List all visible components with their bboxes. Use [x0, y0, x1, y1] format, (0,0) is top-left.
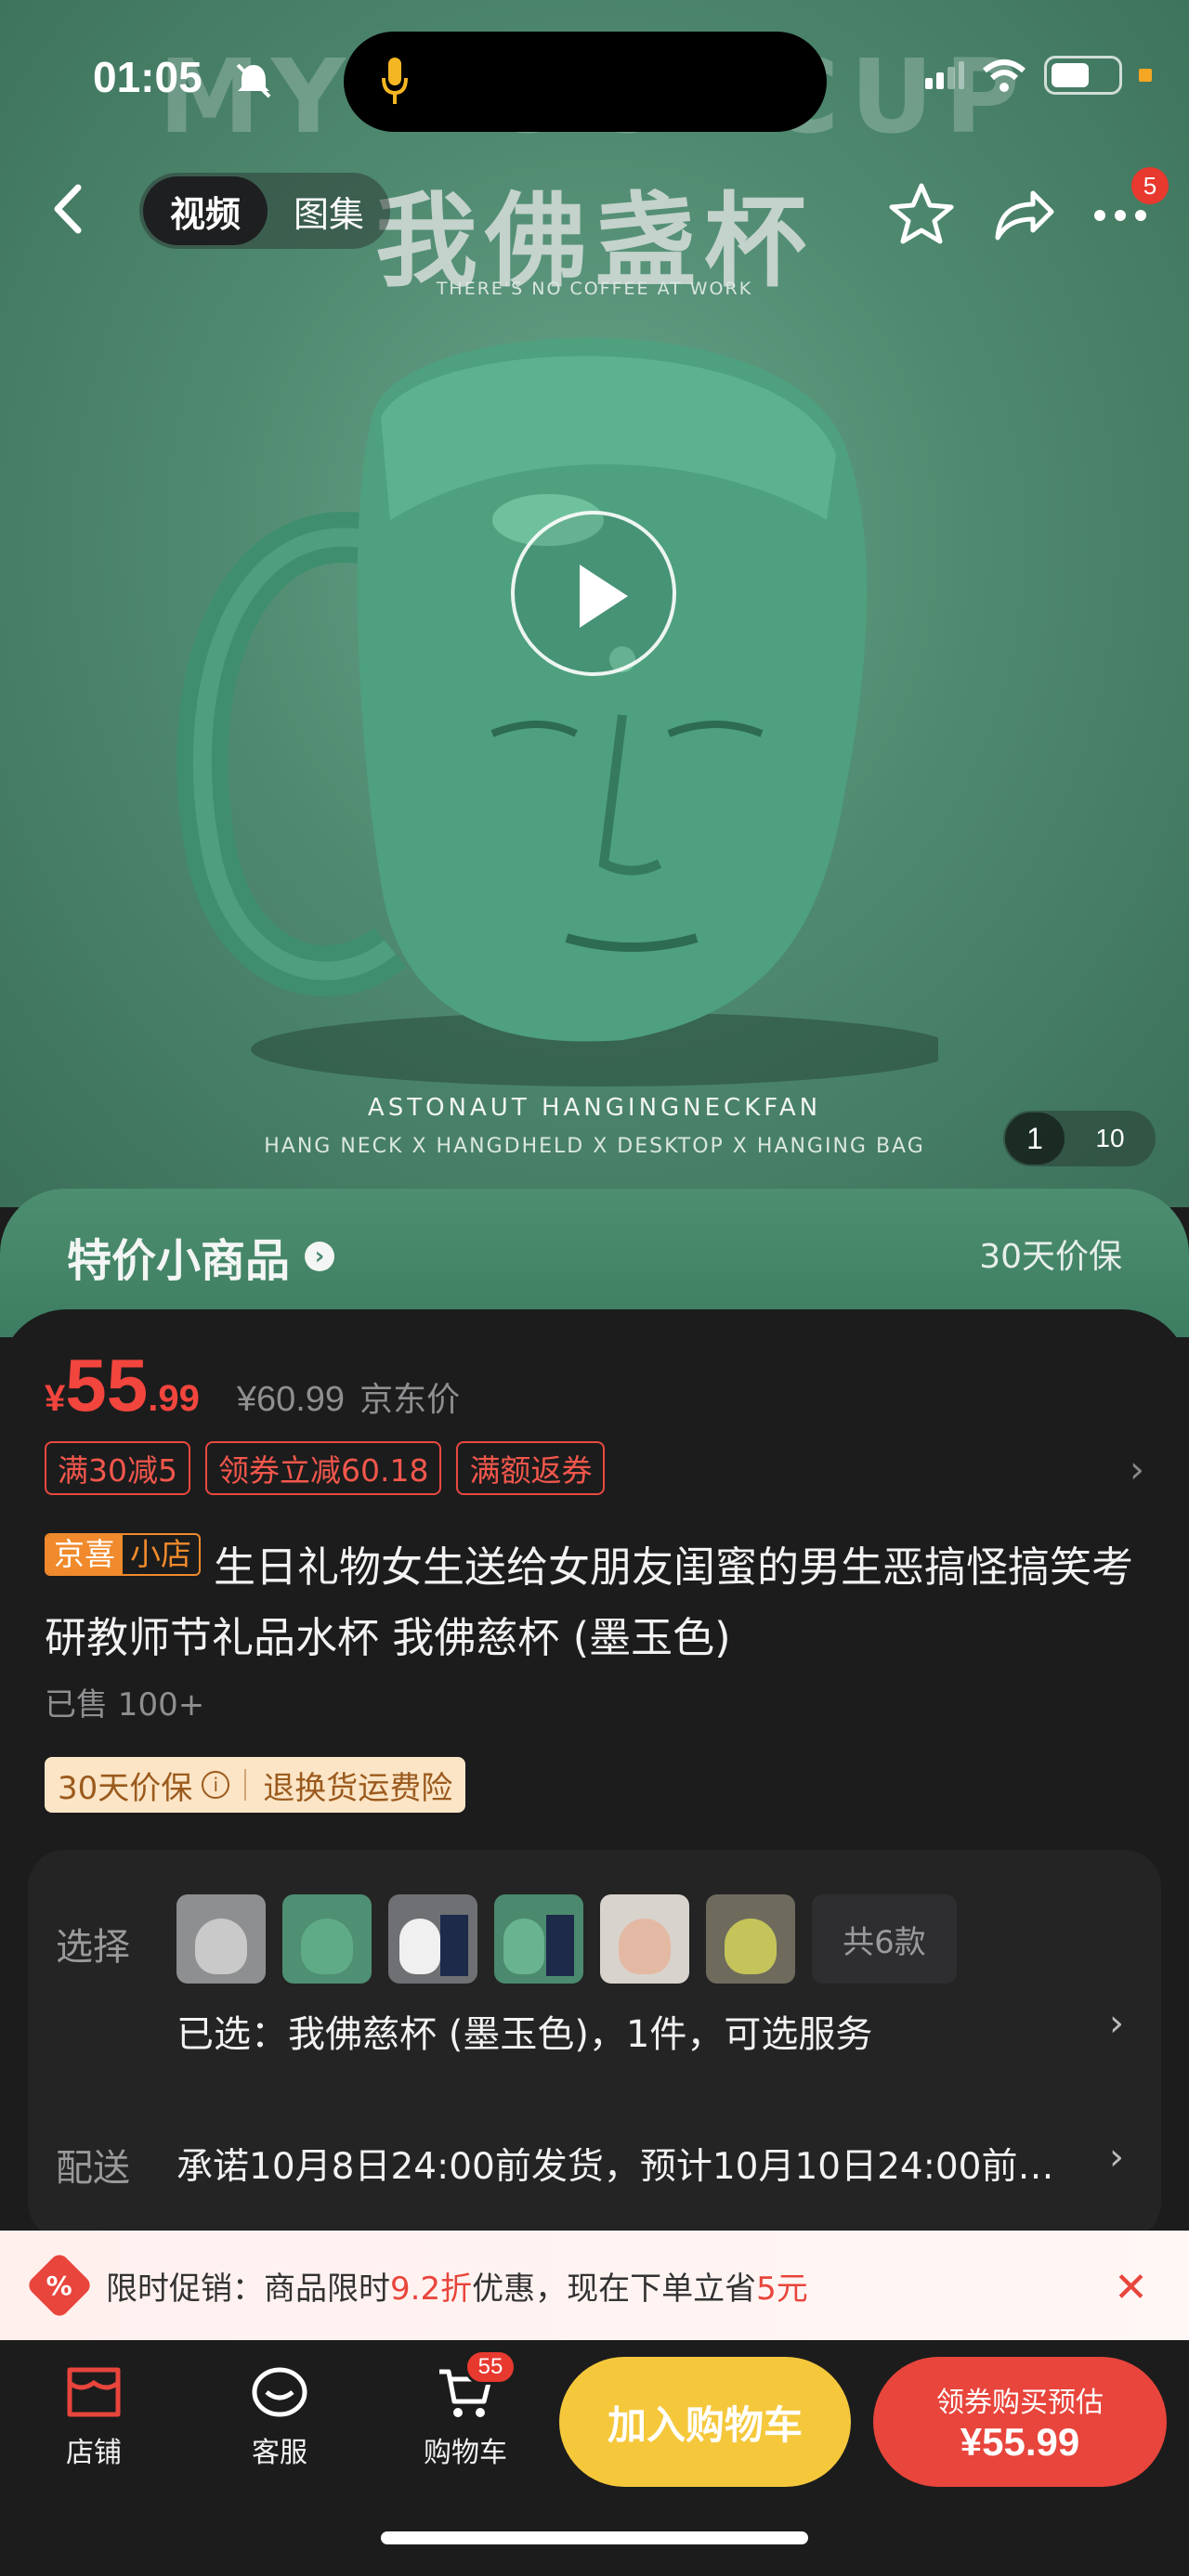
price-decimal: .99 — [148, 1378, 200, 1419]
buy-now-button[interactable]: 领券购买预估 ¥55.99 — [873, 2357, 1167, 2487]
dynamic-island — [344, 32, 827, 132]
shipping-text[interactable]: 承诺10月8日24:00前发货，预计10月10日24:00前送达 — [176, 2138, 1087, 2190]
tab-gallery[interactable]: 图集 — [273, 176, 385, 245]
status-time: 01:05 — [93, 53, 203, 101]
add-to-cart-button[interactable]: 加入购物车 — [559, 2357, 851, 2487]
original-price: ¥60.99 — [236, 1380, 346, 1419]
chevron-right-icon: › — [305, 1242, 335, 1271]
chevron-right-icon[interactable]: › — [1109, 2136, 1124, 2179]
select-label: 选择 — [56, 1926, 130, 1969]
play-video-button[interactable] — [511, 511, 676, 676]
more-variants-button[interactable]: 共6款 — [812, 1894, 957, 1984]
microphone-icon — [382, 58, 408, 104]
promo-title-text: 特价小商品 — [67, 1235, 291, 1287]
status-indicators — [923, 56, 1152, 95]
coupon-chevron-icon[interactable]: › — [1130, 1449, 1144, 1491]
battery-icon — [1044, 56, 1122, 95]
price-protect-text: 30天价保 — [58, 1769, 193, 1807]
pager-current: 1 — [1005, 1112, 1065, 1164]
wifi-icon — [983, 59, 1026, 92]
store-icon — [67, 2367, 121, 2417]
shop-label: 店铺 — [66, 2437, 122, 2469]
store-badge-primary: 京喜 — [46, 1535, 123, 1574]
variant-thumbnail[interactable] — [706, 1894, 795, 1984]
coupon-tag[interactable]: 满30减5 — [45, 1441, 190, 1495]
product-title: 京喜 小店 生日礼物女生送给女朋友闺蜜的男生恶搞怪搞笑考研教师节礼品水杯 我佛慈杯 … — [45, 1532, 1150, 1673]
promo-price-protect: 30天价保 — [979, 1238, 1122, 1276]
hero-tagline: ASTONAUT HANGINGNECKFAN — [367, 1094, 822, 1122]
store-badge-secondary: 小店 — [130, 1536, 191, 1572]
silent-bell-icon — [236, 63, 271, 98]
price-row: ¥ 55 .99 ¥60.99 京东价 — [45, 1343, 460, 1428]
info-icon[interactable]: i — [202, 1771, 230, 1799]
home-indicator[interactable] — [381, 2531, 808, 2544]
buy-now-price: ¥55.99 — [960, 2420, 1080, 2464]
variant-thumbnail[interactable] — [600, 1894, 689, 1984]
cart-count-badge: 55 — [464, 2349, 516, 2385]
media-pager: 1 10 — [1003, 1111, 1156, 1166]
promo-title[interactable]: 特价小商品 › — [67, 1224, 335, 1289]
media-tab-switcher: 视频 图集 — [139, 173, 390, 249]
price-currency: ¥ — [45, 1378, 66, 1419]
notification-badge: 5 — [1131, 167, 1169, 204]
cart-label: 购物车 — [424, 2437, 507, 2469]
limited-promo-text: 限时促销：商品限时9.2折优惠，现在下单立省5元 — [106, 2270, 808, 2308]
coupon-tag[interactable]: 满额返券 — [456, 1441, 606, 1495]
percent-icon: % — [25, 2251, 94, 2320]
shipping-label: 配送 — [56, 2147, 130, 2190]
shipping-insurance-text: 退换货运费险 — [263, 1769, 453, 1807]
variant-thumbnail[interactable] — [494, 1894, 583, 1984]
mug-image — [176, 337, 938, 1086]
variant-thumbnail[interactable] — [388, 1894, 477, 1984]
buy-now-label: 领券购买预估 — [936, 2387, 1104, 2419]
price-integer: 55 — [65, 1344, 149, 1426]
sold-count: 已售 100+ — [45, 1686, 205, 1724]
privacy-indicator-icon — [1139, 69, 1152, 82]
variant-thumbnail[interactable] — [176, 1894, 266, 1984]
pager-total: 10 — [1095, 1124, 1125, 1152]
back-arrow-icon[interactable] — [41, 176, 97, 241]
chevron-right-icon[interactable]: › — [1109, 2002, 1124, 2045]
shop-button[interactable]: 店铺 — [33, 2364, 154, 2470]
service-label: 客服 — [252, 2437, 307, 2469]
signal-icon — [925, 61, 964, 89]
favorite-star-icon[interactable] — [884, 176, 959, 251]
store-badge: 京喜 小店 — [45, 1533, 201, 1576]
coupon-list[interactable]: 满30减5 领券立减60.18 满额返券 — [45, 1441, 606, 1495]
variant-thumbnail[interactable] — [282, 1894, 372, 1984]
original-price-label: 京东价 — [359, 1380, 461, 1418]
coupon-tag[interactable]: 领券立减60.18 — [205, 1441, 442, 1495]
selected-option-text[interactable]: 已选：我佛慈杯 (墨玉色)，1件，可选服务 — [176, 2004, 872, 2058]
share-icon[interactable] — [985, 176, 1059, 251]
chat-face-icon — [252, 2367, 307, 2417]
tab-video[interactable]: 视频 — [143, 176, 268, 245]
customer-service-button[interactable]: 客服 — [219, 2364, 340, 2470]
limited-promo-bar[interactable]: % 限时促销：商品限时9.2折优惠，现在下单立省5元 ✕ — [0, 2231, 1189, 2340]
hero-subtitle: THERE'S NO COFFEE AT WORK — [436, 279, 753, 299]
product-title-text: 生日礼物女生送给女朋友闺蜜的男生恶搞怪搞笑考研教师节礼品水杯 我佛慈杯 (墨玉色… — [45, 1542, 1134, 1662]
guarantee-tag[interactable]: 30天价保 i 退换货运费险 — [45, 1757, 466, 1813]
variant-thumbnails[interactable]: 共6款 — [176, 1894, 957, 1984]
close-icon[interactable]: ✕ — [1114, 2264, 1148, 2311]
